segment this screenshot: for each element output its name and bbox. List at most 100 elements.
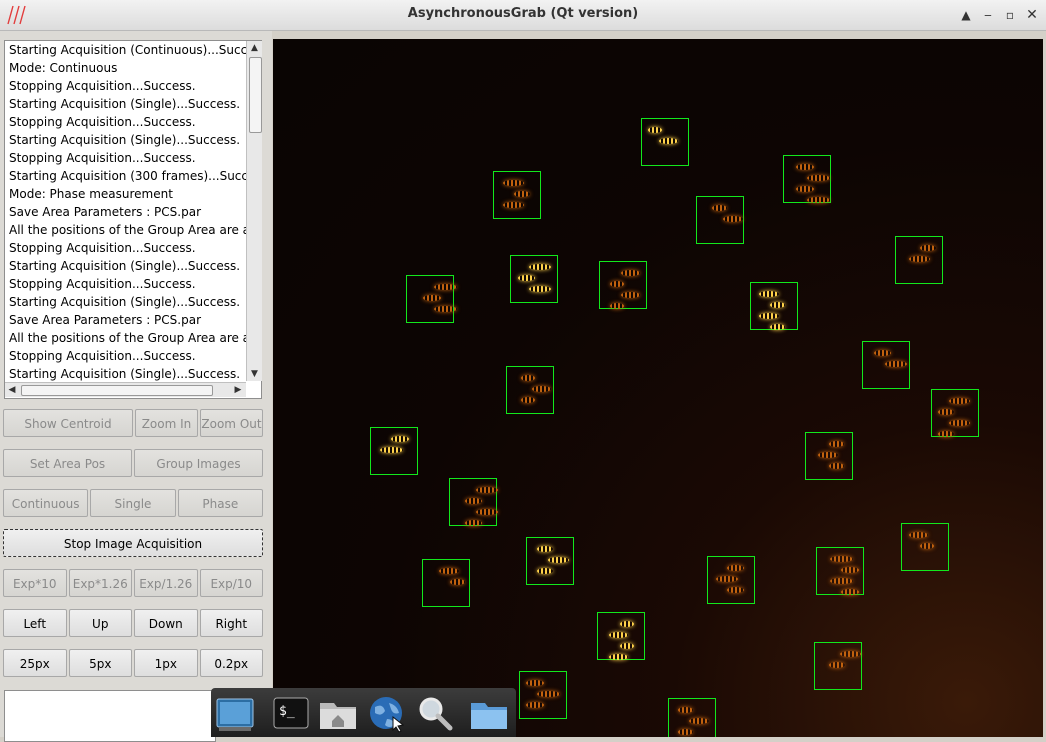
fringe-spot xyxy=(526,702,544,708)
log-horizontal-scrollbar[interactable]: ◀ ▶ xyxy=(5,382,246,397)
terminal-icon[interactable]: $_ xyxy=(271,695,311,733)
maximize-icon[interactable]: ▫ xyxy=(1002,7,1018,23)
roi-box[interactable] xyxy=(816,547,864,595)
roi-box[interactable] xyxy=(862,341,910,389)
log-line: Stopping Acquisition...Success. xyxy=(9,151,196,165)
fringe-spot xyxy=(514,191,530,197)
roi-box[interactable] xyxy=(519,671,567,719)
fringe-spot xyxy=(909,256,930,262)
fringe-spot xyxy=(609,632,628,638)
search-magnifier-icon[interactable] xyxy=(415,695,455,733)
move-right-button[interactable]: Right xyxy=(199,609,263,637)
roi-box[interactable] xyxy=(493,171,541,219)
roi-box[interactable] xyxy=(510,255,558,303)
roi-box[interactable] xyxy=(895,236,943,284)
fringe-spot xyxy=(678,729,693,735)
log-line: Stopping Acquisition...Success. xyxy=(9,79,196,93)
roi-box[interactable] xyxy=(901,523,949,571)
roi-box[interactable] xyxy=(696,196,744,244)
log-line: Mode: Phase measurement xyxy=(9,187,173,201)
step-1px-button[interactable]: 1px xyxy=(134,649,198,677)
fringe-spot xyxy=(659,138,678,144)
roi-box[interactable] xyxy=(599,261,647,309)
roi-box[interactable] xyxy=(422,559,470,607)
window-titlebar: AsynchronousGrab (Qt version) ▲ ‒ ▫ ✕ xyxy=(0,0,1046,31)
show-centroid-button[interactable]: Show Centroid xyxy=(3,409,133,437)
phase-button[interactable]: Phase xyxy=(177,489,263,517)
fringe-spot xyxy=(620,643,634,649)
move-up-button[interactable]: Up xyxy=(68,609,132,637)
log-line: All the positions of the Group Area are … xyxy=(9,331,261,345)
scroll-thumb-horizontal[interactable] xyxy=(21,385,213,396)
single-button[interactable]: Single xyxy=(90,489,176,517)
fringe-spot xyxy=(770,324,785,330)
roi-box[interactable] xyxy=(597,612,645,660)
up-arrow-icon[interactable]: ▲ xyxy=(958,7,974,23)
fringe-spot xyxy=(532,386,551,392)
scroll-down-icon[interactable]: ▼ xyxy=(247,367,262,381)
close-icon[interactable]: ✕ xyxy=(1024,7,1040,23)
fringe-spot xyxy=(796,186,814,192)
exp-div-10-button[interactable]: Exp/10 xyxy=(199,569,263,597)
fringe-spot xyxy=(537,691,560,697)
exp-times-10-button[interactable]: Exp*10 xyxy=(3,569,67,597)
fringe-spot xyxy=(465,498,482,504)
folder-icon[interactable] xyxy=(469,695,509,733)
move-left-button[interactable]: Left xyxy=(3,609,67,637)
fringe-spot xyxy=(476,509,498,515)
stop-acquisition-button[interactable]: Stop Image Acquisition xyxy=(3,529,263,557)
roi-box[interactable] xyxy=(805,432,853,480)
camera-image-view[interactable] xyxy=(273,39,1043,737)
fringe-spot xyxy=(841,589,859,595)
screen-icon[interactable] xyxy=(215,695,255,733)
log-list[interactable]: Starting Acquisition (Continuous)...Succ… xyxy=(4,40,262,399)
browser-globe-icon[interactable] xyxy=(367,695,407,733)
fringe-spot xyxy=(920,245,936,251)
zoom-out-button[interactable]: Zoom Out xyxy=(199,409,264,437)
scroll-left-icon[interactable]: ◀ xyxy=(5,383,19,397)
minimize-icon[interactable]: ‒ xyxy=(980,7,996,23)
fringe-spot xyxy=(712,205,727,211)
roi-box[interactable] xyxy=(449,478,498,526)
svg-text:$_: $_ xyxy=(279,704,295,719)
exp-times-1-26-button[interactable]: Exp*1.26 xyxy=(68,569,132,597)
log-line: Starting Acquisition (Single)...Success. xyxy=(9,97,241,111)
fringe-spot xyxy=(818,452,838,458)
fringe-spot xyxy=(909,532,928,538)
roi-box[interactable] xyxy=(814,642,862,690)
roi-box[interactable] xyxy=(668,698,716,737)
group-images-button[interactable]: Group Images xyxy=(134,449,263,477)
roi-box[interactable] xyxy=(931,389,979,437)
roi-box[interactable] xyxy=(707,556,755,604)
set-area-pos-button[interactable]: Set Area Pos xyxy=(3,449,132,477)
fringe-spot xyxy=(439,568,459,574)
log-line: Starting Acquisition (Continuous)...Succ… xyxy=(9,43,262,57)
fringe-spot xyxy=(949,420,970,426)
scroll-right-icon[interactable]: ▶ xyxy=(231,383,245,397)
continuous-button[interactable]: Continuous xyxy=(3,489,89,517)
zoom-in-button[interactable]: Zoom In xyxy=(134,409,198,437)
roi-box[interactable] xyxy=(750,282,798,330)
step-5px-button[interactable]: 5px xyxy=(68,649,132,677)
fringe-spot xyxy=(648,127,662,133)
roi-box[interactable] xyxy=(370,427,418,475)
roi-box[interactable] xyxy=(526,537,574,585)
exp-div-1-26-button[interactable]: Exp/1.26 xyxy=(134,569,198,597)
roi-box[interactable] xyxy=(783,155,831,203)
roi-box[interactable] xyxy=(406,275,457,323)
fringe-spot xyxy=(727,587,744,593)
move-down-button[interactable]: Down xyxy=(134,609,198,637)
step-0-2px-button[interactable]: 0.2px xyxy=(199,649,263,677)
info-text-area[interactable] xyxy=(4,690,216,742)
fringe-spot xyxy=(716,576,738,582)
home-folder-icon[interactable] xyxy=(318,695,358,733)
step-25px-button[interactable]: 25px xyxy=(3,649,67,677)
scroll-thumb[interactable] xyxy=(249,57,262,133)
log-vertical-scrollbar[interactable]: ▲ ▼ xyxy=(246,41,262,381)
log-line: Starting Acquisition (Single)...Success. xyxy=(9,133,241,147)
roi-box[interactable] xyxy=(506,366,554,414)
scroll-up-icon[interactable]: ▲ xyxy=(247,41,262,55)
log-line: Save Area Parameters : PCS.par xyxy=(9,205,202,219)
roi-box[interactable] xyxy=(641,118,689,166)
window-title: AsynchronousGrab (Qt version) xyxy=(407,6,639,21)
